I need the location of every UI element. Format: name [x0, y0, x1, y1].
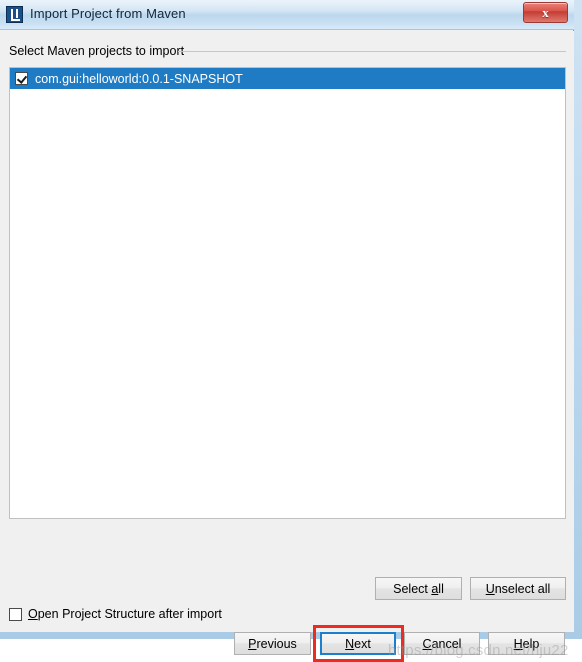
dialog-content: Select Maven projects to import com.gui:… — [0, 31, 574, 632]
select-all-button[interactable]: Select all — [375, 577, 462, 600]
close-button[interactable]: x — [523, 2, 568, 23]
desktop-background: Import Project from Maven x Select Maven… — [0, 0, 582, 639]
list-item[interactable]: com.gui:helloworld:0.0.1-SNAPSHOT — [10, 68, 565, 89]
intellij-idea-icon — [6, 6, 23, 23]
close-icon: x — [524, 3, 567, 22]
open-project-structure-checkbox-row[interactable]: Open Project Structure after import — [9, 607, 222, 621]
next-button[interactable]: Next — [320, 632, 396, 655]
unselect-all-label: Unselect all — [486, 582, 551, 596]
help-button[interactable]: Help — [488, 632, 565, 655]
import-project-dialog: Import Project from Maven x Select Maven… — [0, 0, 574, 632]
dialog-title-bar: Import Project from Maven x — [0, 0, 574, 30]
open-project-structure-checkbox[interactable] — [9, 608, 22, 621]
select-all-label: Select all — [393, 582, 444, 596]
open-project-structure-label: Open Project Structure after import — [28, 607, 222, 621]
group-separator — [178, 51, 566, 52]
previous-button[interactable]: Previous — [234, 632, 311, 655]
cancel-button[interactable]: Cancel — [404, 632, 480, 655]
unselect-all-button[interactable]: Unselect all — [470, 577, 566, 600]
list-item-label: com.gui:helloworld:0.0.1-SNAPSHOT — [35, 72, 243, 86]
list-item-checkbox[interactable] — [15, 72, 28, 85]
maven-projects-list[interactable]: com.gui:helloworld:0.0.1-SNAPSHOT — [9, 67, 566, 519]
dialog-title: Import Project from Maven — [30, 6, 186, 21]
icon-glyph-stem — [16, 9, 18, 18]
group-label: Select Maven projects to import — [9, 44, 190, 58]
